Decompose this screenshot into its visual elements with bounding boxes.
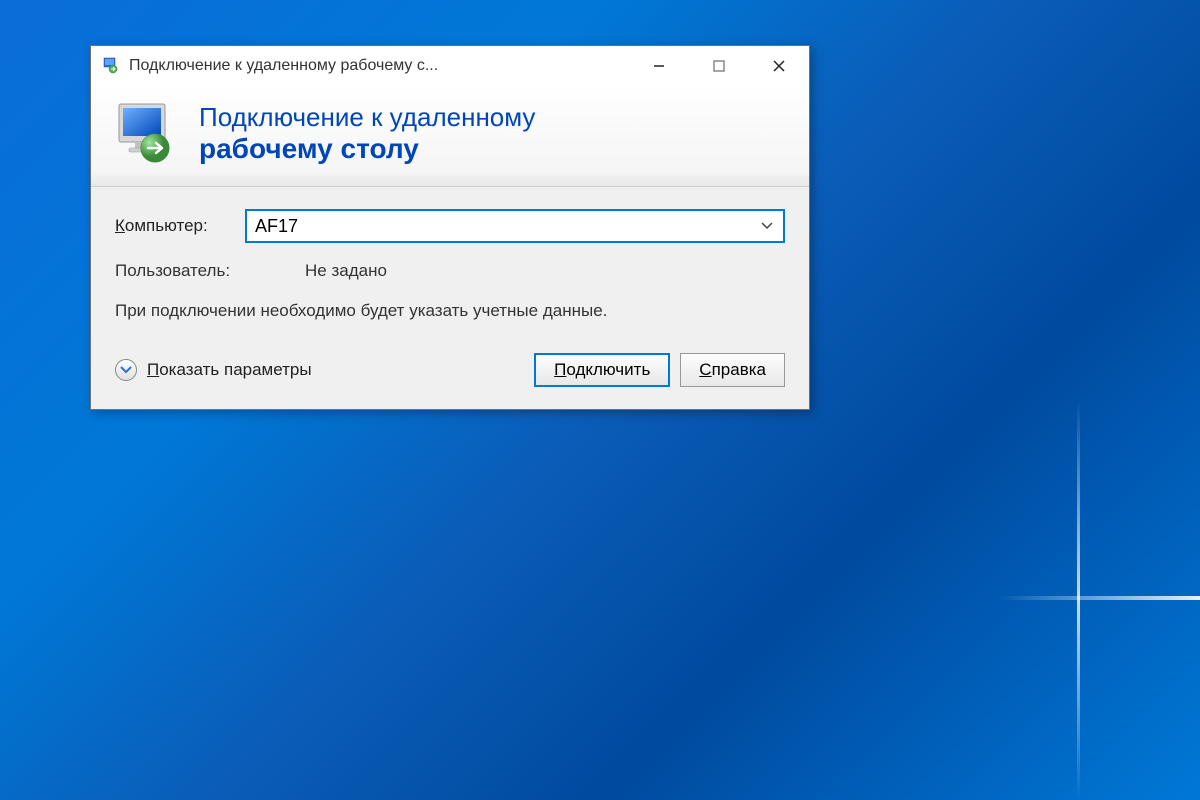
info-text: При подключении необходимо будет указать… bbox=[115, 299, 785, 323]
window-controls bbox=[629, 46, 809, 86]
computer-input[interactable] bbox=[255, 216, 759, 237]
user-label: Пользователь: bbox=[115, 261, 305, 281]
computer-row: Компьютер: bbox=[115, 209, 785, 243]
connect-button[interactable]: Подключить bbox=[534, 353, 670, 387]
body-panel: Компьютер: Пользователь: Не задано При п… bbox=[91, 187, 809, 409]
expand-down-icon bbox=[115, 359, 137, 381]
computer-label: Компьютер: bbox=[115, 216, 245, 236]
user-value: Не задано bbox=[305, 261, 387, 281]
close-button[interactable] bbox=[749, 46, 809, 86]
minimize-button[interactable] bbox=[629, 46, 689, 86]
header-panel: Подключение к удаленному рабочему столу bbox=[91, 86, 809, 187]
header-line2: рабочему столу bbox=[199, 133, 535, 165]
chevron-down-icon[interactable] bbox=[759, 222, 775, 230]
computer-combo[interactable] bbox=[245, 209, 785, 243]
app-icon bbox=[101, 56, 121, 76]
rdp-dialog: Подключение к удаленному рабочему с... bbox=[90, 45, 810, 410]
titlebar[interactable]: Подключение к удаленному рабочему с... bbox=[91, 46, 809, 86]
header-line1: Подключение к удаленному bbox=[199, 102, 535, 133]
desktop-light-effect bbox=[1000, 596, 1200, 600]
user-row: Пользователь: Не задано bbox=[115, 261, 785, 281]
help-button[interactable]: Справка bbox=[680, 353, 785, 387]
header-text: Подключение к удаленному рабочему столу bbox=[199, 102, 535, 165]
footer-row: Показать параметры Подключить Справка bbox=[115, 353, 785, 387]
rdp-header-icon bbox=[111, 98, 181, 168]
desktop-light-effect-vertical bbox=[1077, 400, 1080, 800]
window-title: Подключение к удаленному рабочему с... bbox=[129, 57, 629, 75]
show-options-link[interactable]: Показать параметры bbox=[115, 359, 524, 381]
maximize-button[interactable] bbox=[689, 46, 749, 86]
